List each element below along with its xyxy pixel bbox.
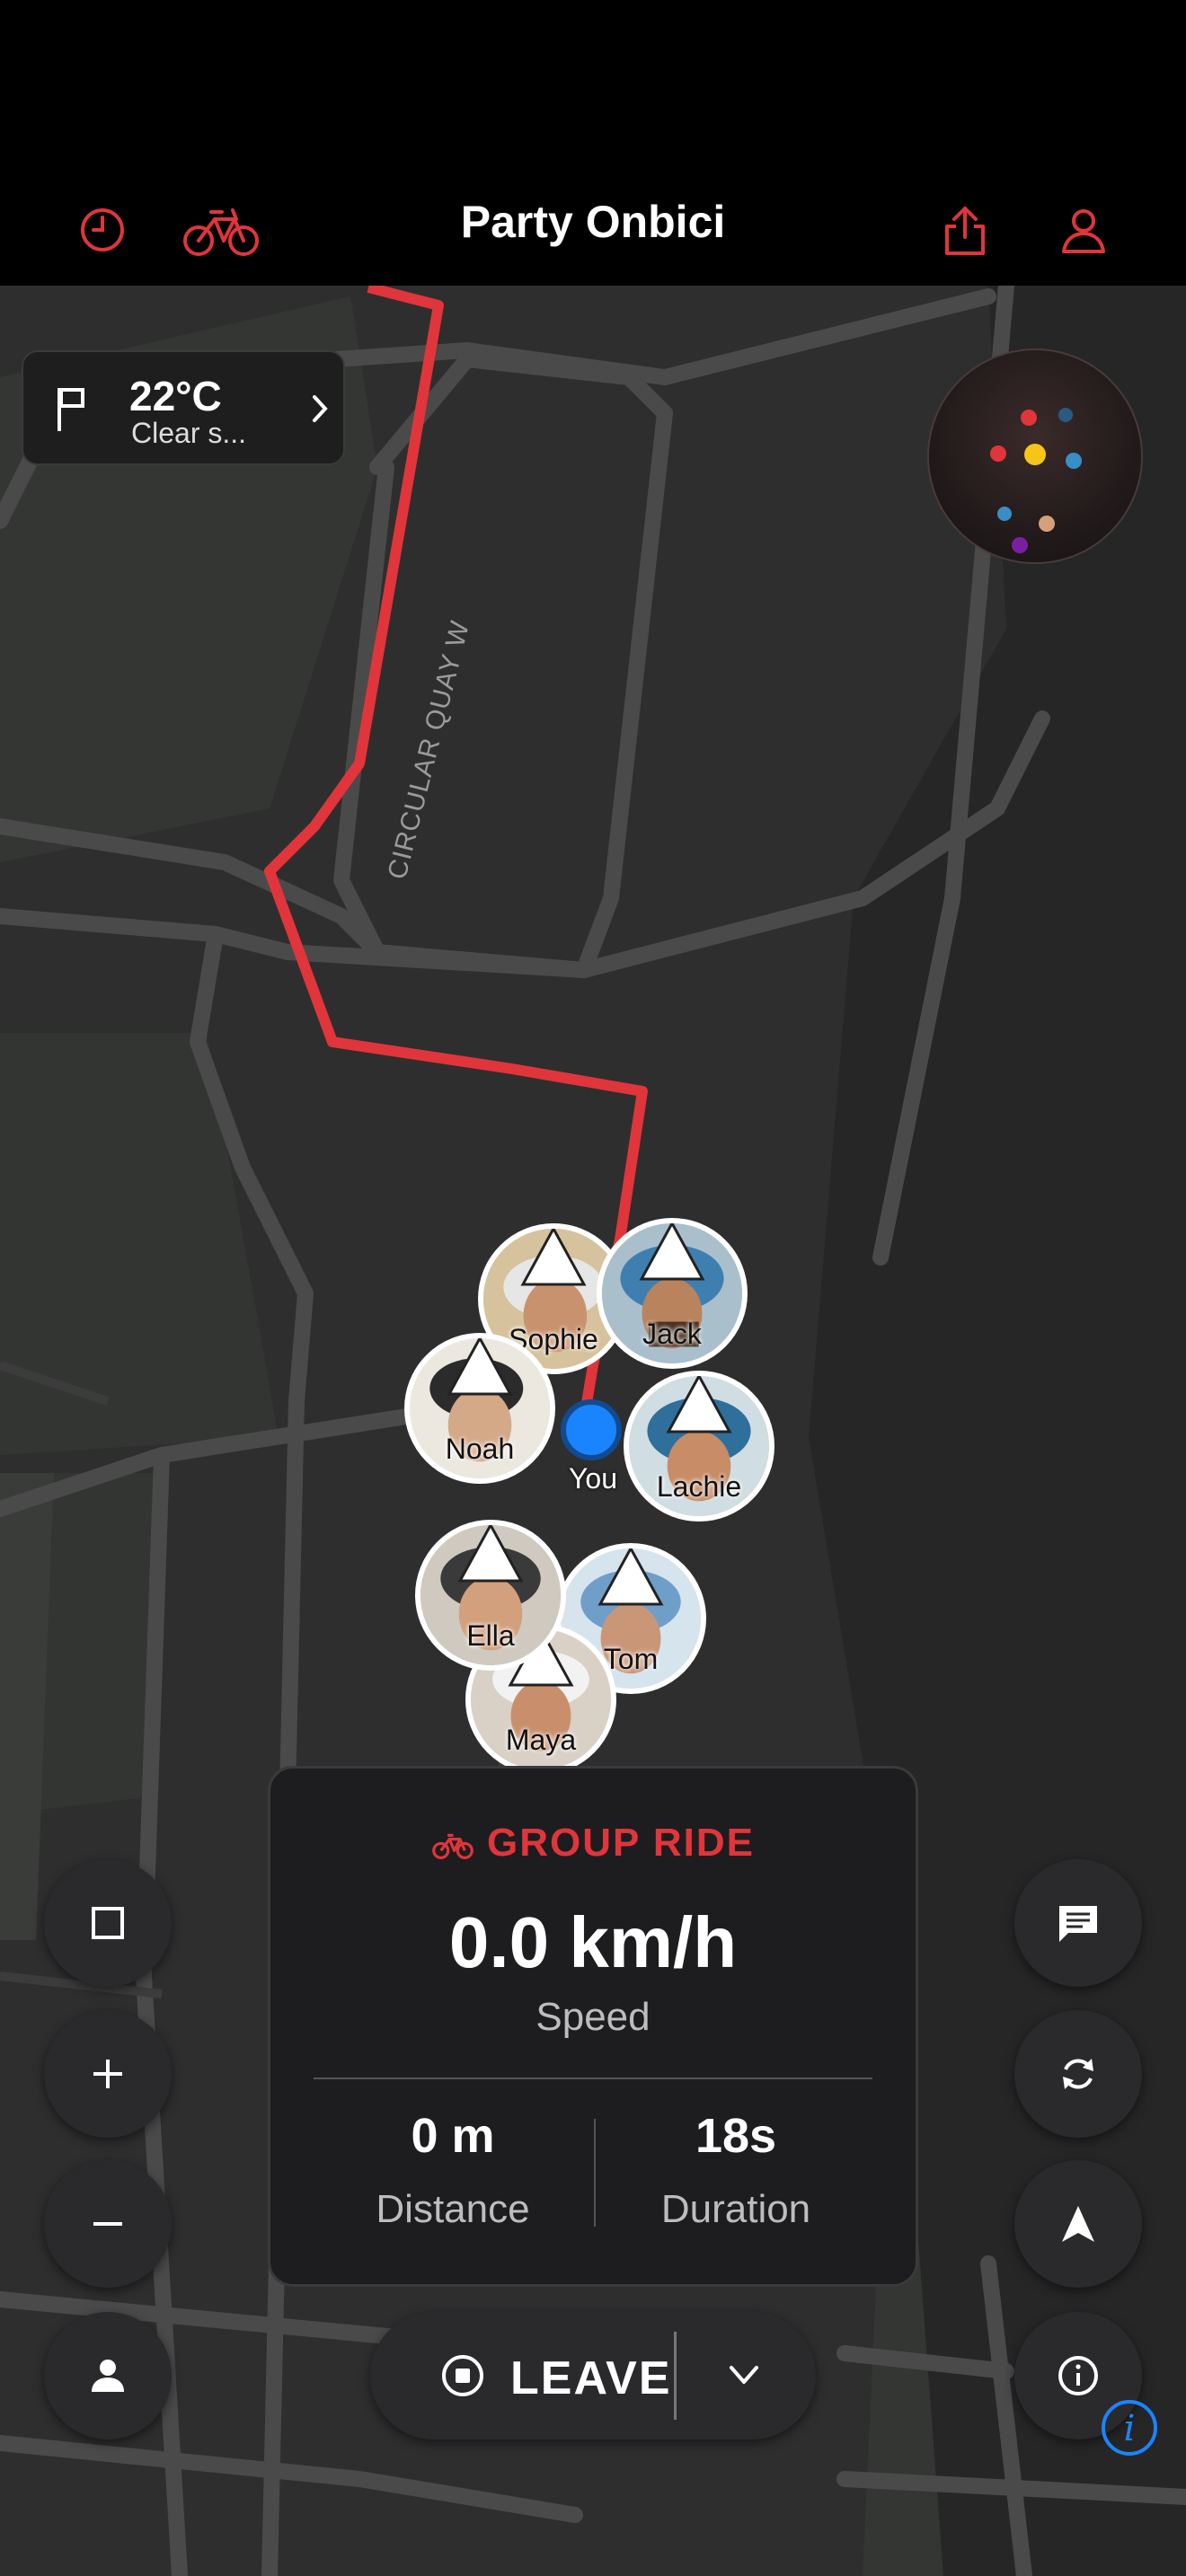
rider-marker[interactable]: Lachie xyxy=(624,1371,774,1522)
chat-button[interactable] xyxy=(1014,1859,1142,1987)
speed-label: Speed xyxy=(535,1995,651,2039)
leave-ride-button[interactable]: LEAVE xyxy=(370,2312,816,2439)
you-label: You xyxy=(569,1462,617,1495)
chat-icon xyxy=(1059,1906,1097,1942)
chevron-right-icon xyxy=(311,393,329,428)
person-icon xyxy=(92,2360,124,2392)
ride-panel-title: GROUP RIDE xyxy=(487,1821,755,1865)
current-location-marker xyxy=(561,1399,622,1460)
distance-stat: 0 m Distance xyxy=(309,2108,597,2232)
rider-name: Noah xyxy=(445,1433,515,1465)
duration-value: 18s xyxy=(695,2109,777,2163)
rider-marker[interactable]: Ella xyxy=(415,1520,566,1671)
duration-stat: 18s Duration xyxy=(592,2108,880,2232)
heading-arrow-icon xyxy=(597,1548,664,1606)
radar-dot xyxy=(1021,410,1037,426)
bicycle-icon xyxy=(432,1834,474,1860)
person-button[interactable] xyxy=(44,2312,172,2439)
leave-label: LEAVE xyxy=(510,2352,672,2404)
distance-value: 0 m xyxy=(411,2109,495,2163)
chevron-down-icon[interactable] xyxy=(724,2355,764,2395)
divider xyxy=(314,2078,872,2079)
radar-dot xyxy=(1012,537,1028,553)
ride-panel-heading: GROUP RIDE xyxy=(270,1821,916,1866)
weather-temperature: 22°C xyxy=(129,373,222,419)
rider-marker[interactable]: Jack xyxy=(597,1218,748,1369)
status-bar xyxy=(0,0,1186,171)
navigate-button[interactable] xyxy=(1014,2160,1142,2288)
zoom-out-button[interactable] xyxy=(44,2160,172,2288)
top-bar: Party Onbici xyxy=(0,171,1186,286)
map-style-button[interactable] xyxy=(44,1859,172,1987)
weather-card[interactable]: 22°C Clear s... xyxy=(22,350,345,465)
heading-arrow-icon xyxy=(639,1223,705,1281)
radar-dot xyxy=(1024,444,1046,465)
rider-name: Jack xyxy=(642,1318,702,1350)
page-title: Party Onbici xyxy=(460,197,726,247)
rider-name: Lachie xyxy=(656,1470,742,1503)
refresh-icon xyxy=(1063,2059,1093,2089)
heading-arrow-icon xyxy=(666,1376,732,1434)
stop-icon xyxy=(442,2355,483,2396)
zoom-in-button[interactable] xyxy=(44,2010,172,2138)
radar-dot xyxy=(1058,408,1073,422)
navigate-icon xyxy=(1062,2206,1094,2242)
rider-radar[interactable] xyxy=(927,348,1143,564)
speed-value: 0.0 km/h xyxy=(448,1902,738,1982)
heading-arrow-icon xyxy=(457,1525,524,1583)
divider xyxy=(674,2332,677,2420)
profile-icon[interactable] xyxy=(1048,194,1120,266)
share-icon[interactable] xyxy=(929,194,1001,266)
flag-icon xyxy=(56,384,88,439)
duration-label: Duration xyxy=(660,2187,811,2231)
heading-arrow-icon xyxy=(447,1338,513,1396)
radar-dot xyxy=(1039,516,1055,532)
zoom-in-icon xyxy=(93,2060,122,2088)
heading-arrow-icon xyxy=(520,1229,587,1286)
radar-dot xyxy=(1066,453,1082,469)
info-icon xyxy=(1058,2356,1098,2395)
rider-marker[interactable]: Noah xyxy=(404,1333,555,1484)
map-attribution-icon[interactable]: i xyxy=(1102,2400,1157,2456)
rider-name: Maya xyxy=(505,1724,577,1756)
group-ride-panel: GROUP RIDE 0.0 km/h Speed 0 m Distance 1… xyxy=(268,1766,918,2287)
refresh-button[interactable] xyxy=(1014,2010,1142,2138)
weather-condition: Clear s... xyxy=(131,417,247,449)
zoom-out-icon xyxy=(93,2222,122,2226)
distance-label: Distance xyxy=(376,2187,530,2231)
radar-dot xyxy=(990,446,1006,462)
rider-name: Ella xyxy=(466,1619,515,1652)
square-icon xyxy=(92,1907,124,1939)
radar-dot xyxy=(997,507,1012,521)
